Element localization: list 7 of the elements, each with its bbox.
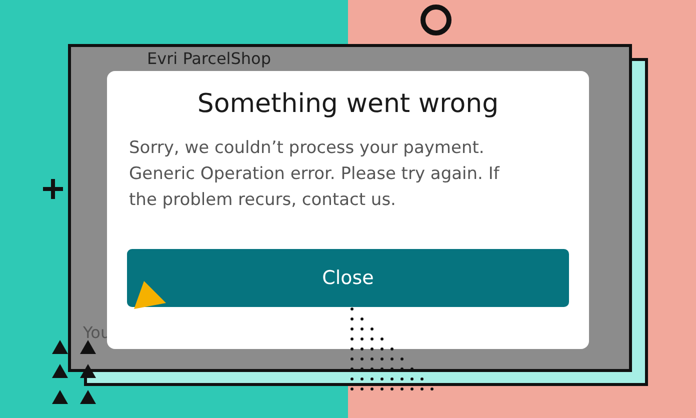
dialog-message: Sorry, we couldn’t process your payment. Generic Operation error. Please try again. If the problem recurs, contact us. [128,137,501,212]
triangle-icon [134,281,166,309]
close-button[interactable]: Close [127,249,569,307]
app-title: Evri ParcelShop [147,49,272,69]
dialog-title: Something went wrong [196,89,500,119]
plus-icon [42,178,64,200]
ring-icon [420,4,452,36]
